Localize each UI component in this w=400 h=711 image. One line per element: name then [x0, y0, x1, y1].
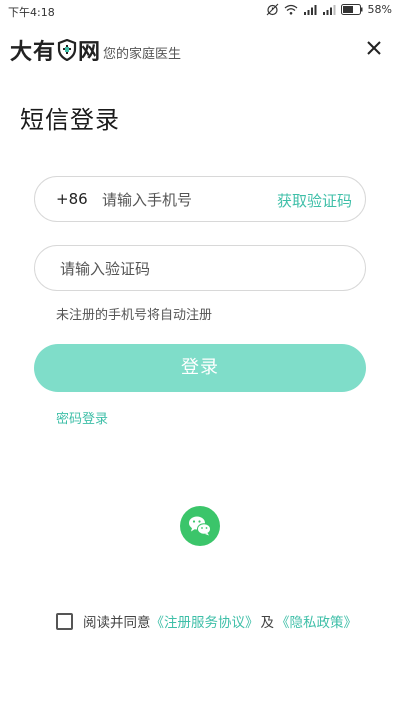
code-input[interactable] — [58, 256, 342, 282]
agreement-and: 及 — [260, 615, 275, 631]
battery-level: 58% — [367, 3, 392, 16]
status-icons: 58% — [266, 3, 392, 16]
wechat-login-button[interactable] — [180, 506, 220, 546]
code-field — [34, 245, 366, 291]
phone-input[interactable] — [100, 187, 274, 213]
privacy-policy-link[interactable]: 《隐私政策》 — [276, 611, 357, 631]
login-button[interactable]: 登录 — [34, 344, 366, 392]
phone-field: +86 获取验证码 — [34, 176, 366, 222]
password-login-link[interactable]: 密码登录 — [56, 408, 108, 427]
page-title: 短信登录 — [20, 106, 120, 134]
logo-text-part1: 大有 — [10, 40, 57, 65]
country-code[interactable]: +86 — [56, 190, 88, 208]
wechat-icon — [189, 516, 211, 536]
get-code-button[interactable]: 获取验证码 — [277, 190, 352, 211]
service-agreement-link[interactable]: 《注册服务协议》 — [151, 611, 259, 631]
agreement: 阅读并同意 《注册服务协议》 及 《隐私政策》 — [56, 611, 357, 631]
battery-icon — [340, 4, 363, 15]
agreement-checkbox[interactable] — [56, 612, 73, 630]
status-time: 下午4:18 — [8, 6, 55, 19]
slogan: 您的家庭医生 — [103, 46, 182, 62]
status-bar: 下午4:18 58% — [0, 0, 400, 22]
close-button[interactable] — [362, 36, 386, 60]
logo-text-part2: 网 — [78, 40, 102, 65]
logo: 大有 网 您的家庭医生 — [10, 34, 181, 66]
signal-icon — [303, 5, 317, 15]
wifi-icon — [284, 4, 297, 15]
auto-register-hint: 未注册的手机号将自动注册 — [56, 308, 213, 323]
close-icon — [367, 41, 381, 55]
signal-icon-2 — [322, 5, 336, 15]
shield-icon — [57, 39, 77, 61]
header: 大有 网 您的家庭医生 — [0, 30, 400, 66]
alarm-icon — [266, 3, 278, 16]
agreement-prefix: 阅读并同意 — [83, 615, 151, 631]
